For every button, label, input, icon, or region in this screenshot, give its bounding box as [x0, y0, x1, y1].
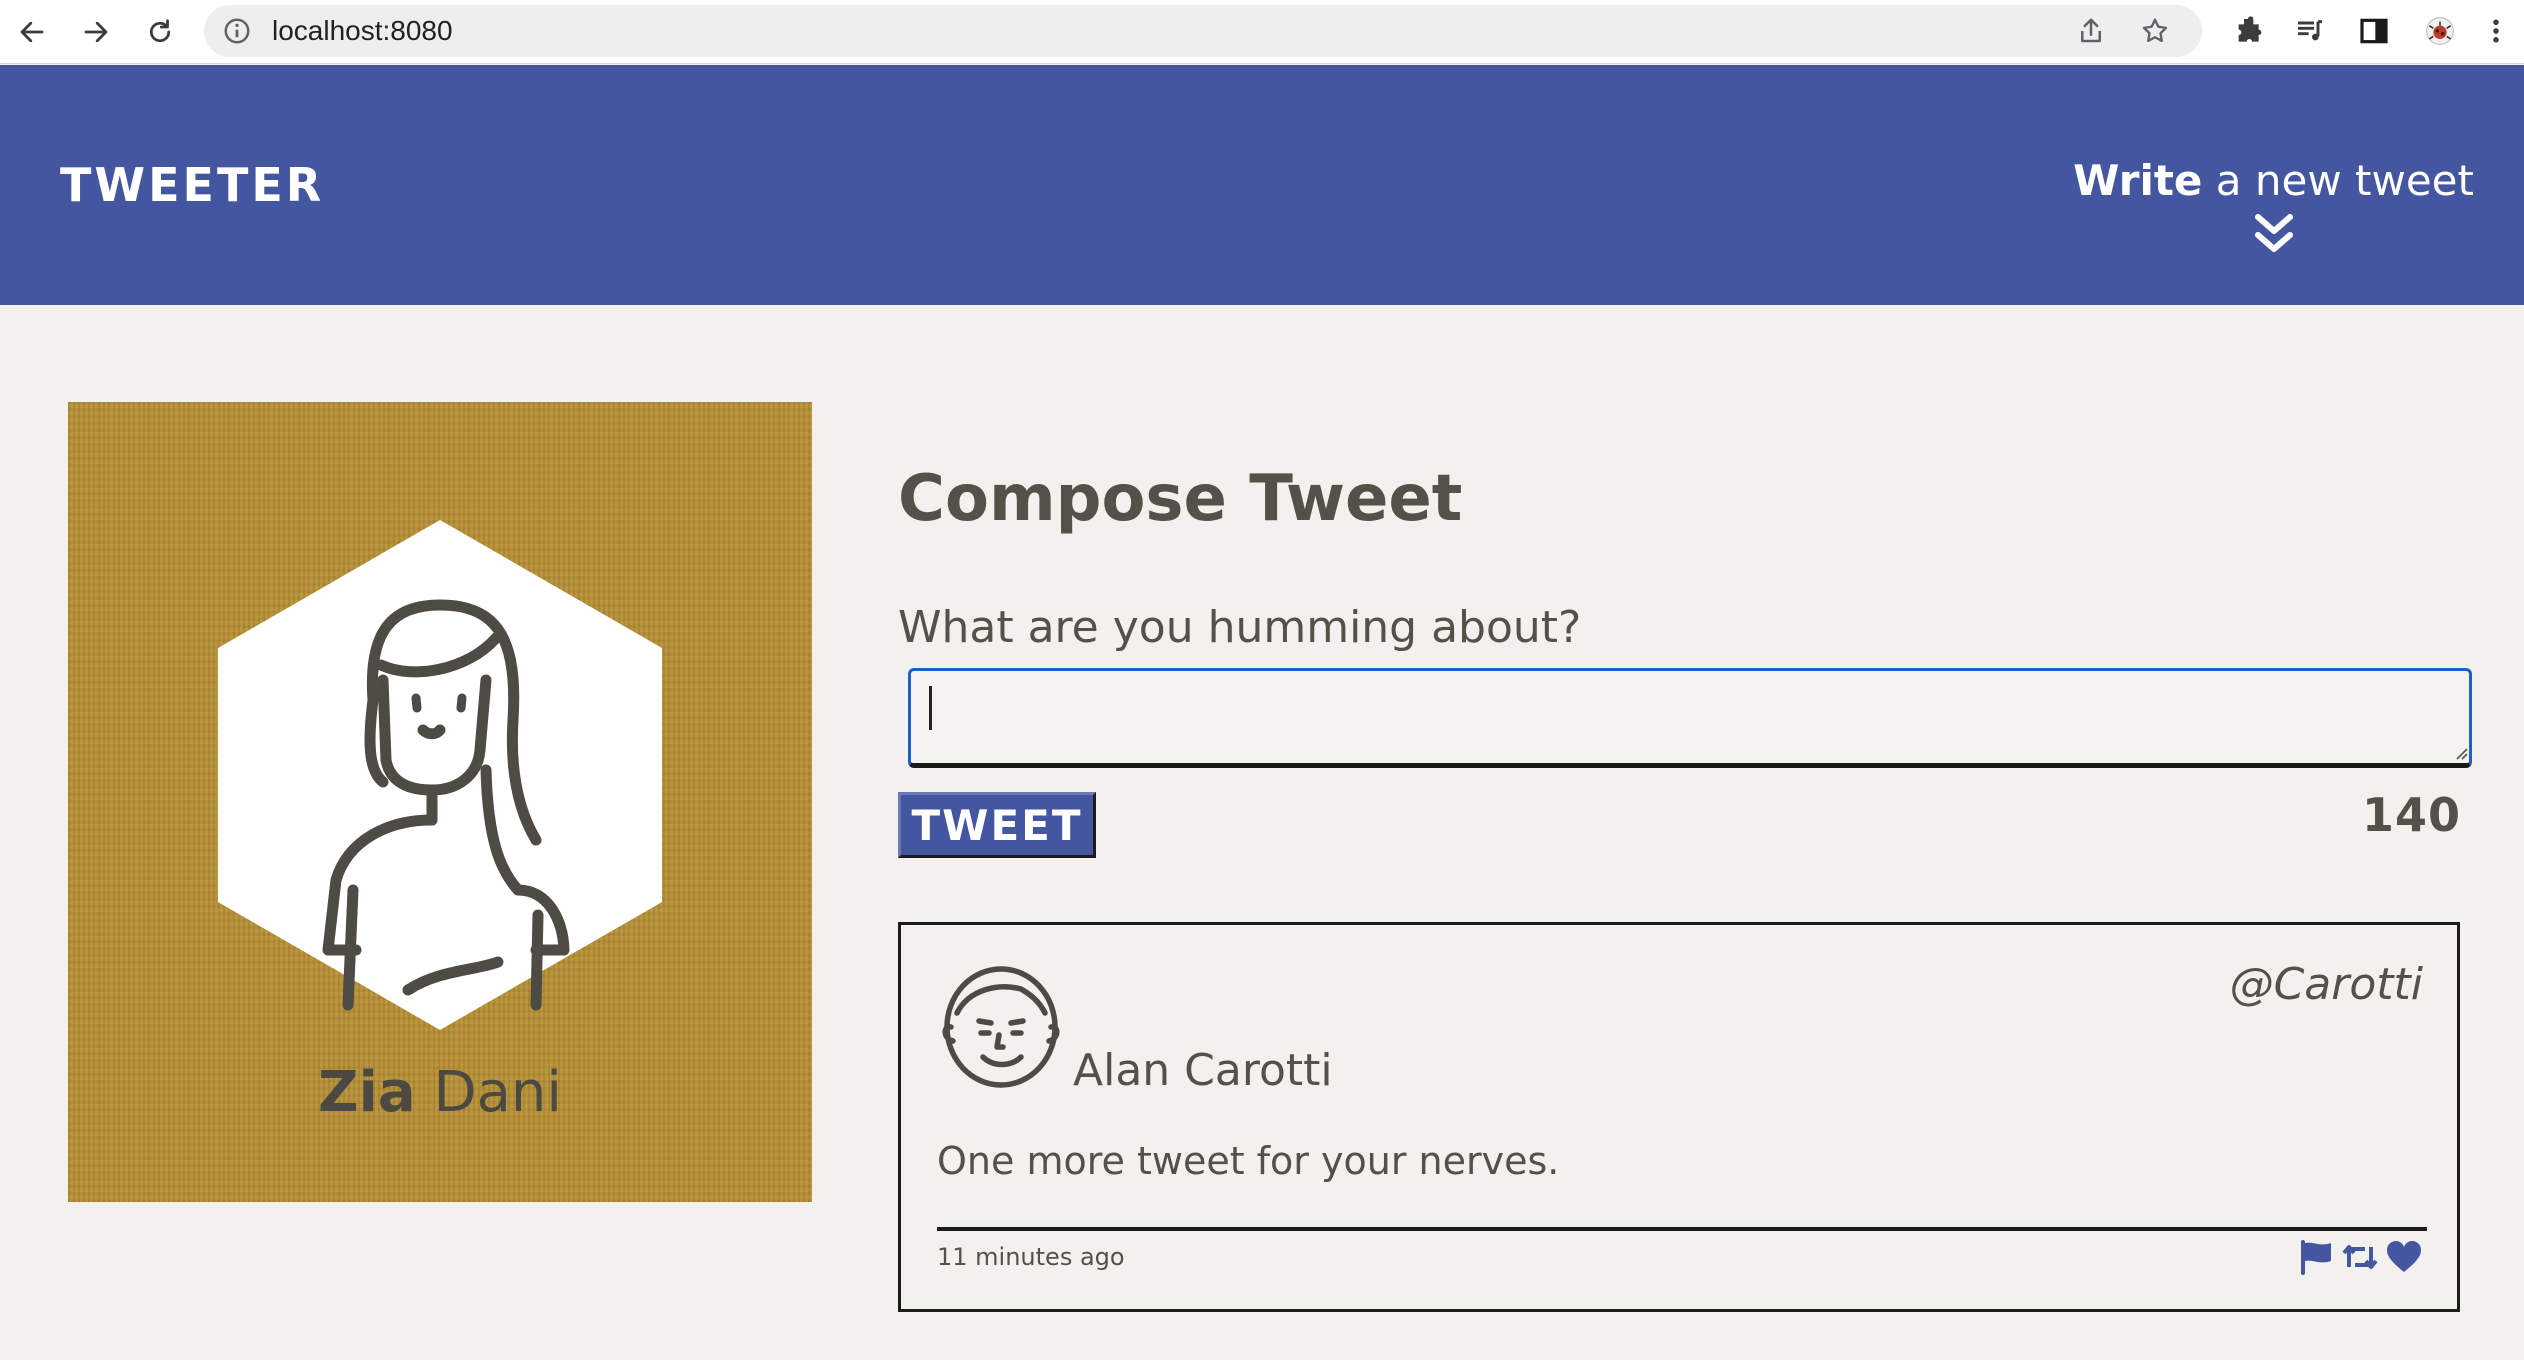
- write-tweet-label-bold: Write: [2073, 156, 2203, 205]
- profile-avatar-button[interactable]: [2422, 13, 2458, 49]
- media-button[interactable]: [2292, 13, 2328, 49]
- tweet-textarea[interactable]: [908, 668, 2472, 768]
- retweet-icon: [2342, 1245, 2378, 1269]
- write-tweet-label-rest: a new tweet: [2202, 156, 2474, 205]
- playlist-icon: [2298, 20, 2322, 41]
- reload-button[interactable]: [140, 12, 180, 52]
- side-panel-icon: [2360, 18, 2388, 44]
- heart-icon: [2387, 1241, 2421, 1272]
- flag-icon: [2301, 1240, 2331, 1275]
- app-header: Tweeter Write a new tweet: [0, 65, 2524, 305]
- retweet-button[interactable]: [2341, 1239, 2379, 1275]
- tweet-content: One more tweet for your nerves.: [937, 1139, 1560, 1183]
- browser-toolbar: localhost:8080: [0, 0, 2524, 64]
- compose-label: What are you humming about?: [898, 602, 1582, 653]
- extensions-button[interactable]: [2230, 13, 2266, 49]
- arrow-left-icon: [20, 21, 44, 43]
- tweet-author-name: Alan Carotti: [1073, 1045, 1333, 1096]
- profile-last-name: Dani: [433, 1060, 562, 1125]
- star-icon[interactable]: [2140, 16, 2170, 46]
- arrow-right-icon: [84, 21, 108, 43]
- tweet-timestamp: 11 minutes ago: [937, 1243, 1125, 1271]
- share-icon[interactable]: [2076, 16, 2106, 46]
- puzzle-icon: [2238, 16, 2262, 42]
- tweet-author-avatar: [942, 966, 1060, 1088]
- tweet-actions: [2297, 1239, 2423, 1275]
- url-text[interactable]: localhost:8080: [272, 5, 453, 57]
- address-bar[interactable]: localhost:8080: [204, 5, 2202, 57]
- character-counter: 140: [2361, 788, 2461, 842]
- user-profile-card: Zia Dani: [68, 402, 812, 1202]
- tweet-divider: [937, 1227, 2427, 1231]
- logo[interactable]: Tweeter: [60, 158, 324, 212]
- browser-menu-button[interactable]: [2484, 13, 2508, 49]
- more-vertical-icon: [2493, 19, 2499, 43]
- resize-grip-icon[interactable]: [2452, 744, 2468, 760]
- bug-avatar-icon: [2426, 17, 2454, 45]
- text-caret: [929, 686, 932, 730]
- double-chevron-down-icon[interactable]: [2250, 211, 2298, 257]
- info-icon[interactable]: [222, 16, 252, 46]
- write-tweet-label[interactable]: Write a new tweet: [2073, 153, 2474, 209]
- reload-icon: [149, 19, 171, 43]
- back-button[interactable]: [12, 12, 52, 52]
- compose-title: Compose Tweet: [898, 462, 1463, 536]
- profile-name: Zia Dani: [68, 1060, 812, 1125]
- tweet-author-handle: @Carotti: [2229, 959, 2423, 1010]
- side-panel-button[interactable]: [2356, 13, 2392, 49]
- profile-avatar: [218, 520, 662, 1030]
- forward-button[interactable]: [76, 12, 116, 52]
- write-tweet-toggle[interactable]: Write a new tweet: [2073, 153, 2474, 257]
- profile-first-name: Zia: [318, 1060, 416, 1125]
- like-button[interactable]: [2385, 1239, 2423, 1275]
- tweet-submit-button[interactable]: Tweet: [898, 792, 1096, 858]
- tweet-card: Alan Carotti @Carotti One more tweet for…: [898, 922, 2460, 1312]
- flag-button[interactable]: [2297, 1239, 2335, 1275]
